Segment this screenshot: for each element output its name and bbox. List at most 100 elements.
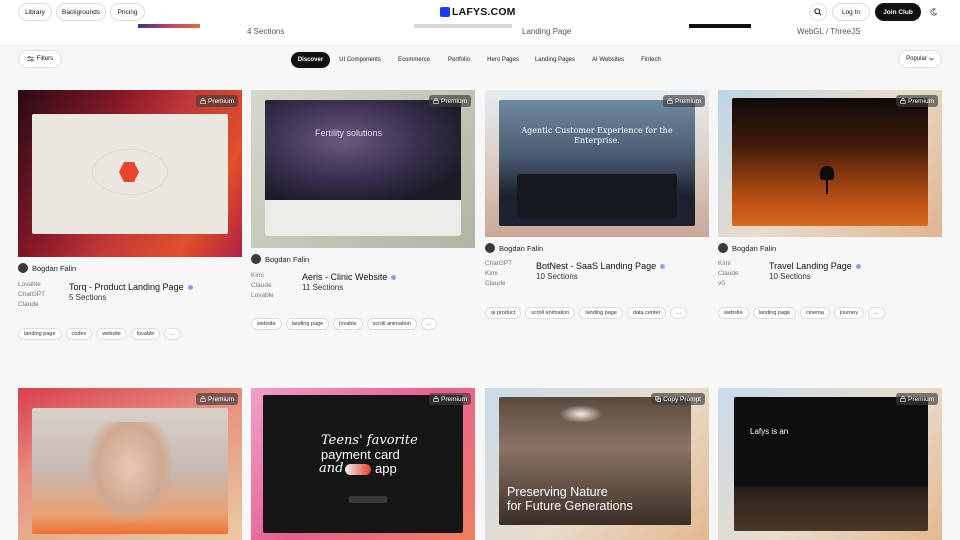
tab-fintech[interactable]: Fintech bbox=[636, 52, 666, 68]
tab-ai-websites[interactable]: AI Websites bbox=[586, 52, 630, 68]
sort-label: Popular bbox=[906, 56, 927, 62]
card-title[interactable]: Travel Landing Page bbox=[769, 261, 861, 271]
card-travel[interactable]: Premium Bogdan Falin Kimi Claude v0 Trav… bbox=[718, 90, 942, 319]
tag-list: website landing page lovable scroll anim… bbox=[251, 318, 438, 330]
more-tags[interactable]: ... bbox=[420, 318, 438, 330]
tool-item: ChatGPT bbox=[18, 291, 46, 298]
pricing-button[interactable]: Pricing bbox=[110, 3, 145, 21]
sort-dropdown[interactable]: Popular bbox=[898, 50, 942, 68]
backgrounds-button[interactable]: Backgrounds bbox=[56, 3, 106, 21]
premium-badge: Premium bbox=[662, 95, 705, 107]
card-botnest[interactable]: Agentic Customer Experience for the Ente… bbox=[485, 90, 709, 319]
search-button[interactable] bbox=[809, 3, 827, 21]
tool-item: Claude bbox=[485, 280, 506, 287]
card-thumbnail[interactable]: Premium bbox=[18, 388, 242, 540]
site-preview: Agentic Customer Experience for the Ente… bbox=[499, 100, 695, 226]
tag[interactable]: landing page bbox=[285, 318, 330, 330]
filters-label: Filters bbox=[36, 56, 54, 62]
card-title[interactable]: BotNest - SaaS Landing Page bbox=[536, 261, 666, 271]
section-count: 11 Sections bbox=[302, 283, 344, 292]
card-torq[interactable]: Premium Bogdan Falin Lovable ChatGPT Cla… bbox=[18, 90, 242, 340]
card-aeris[interactable]: Fertility solutions Premium Bogdan Falin… bbox=[251, 90, 475, 330]
author[interactable]: Bogdan Falin bbox=[718, 243, 776, 253]
header: Library Backgrounds Pricing LAFYS.COM Lo… bbox=[0, 0, 960, 24]
tag[interactable]: ai product bbox=[485, 307, 522, 319]
tag[interactable]: data center bbox=[626, 307, 667, 319]
join-club-button[interactable]: Join Club bbox=[875, 3, 921, 21]
more-tags[interactable]: ... bbox=[164, 328, 181, 340]
card-thumbnail[interactable]: Agentic Customer Experience for the Ente… bbox=[485, 90, 709, 237]
interior-image bbox=[734, 487, 928, 531]
tag-list: landing page codex website lovable ... bbox=[18, 328, 181, 340]
premium-badge: Premium bbox=[428, 95, 471, 107]
library-button[interactable]: Library bbox=[18, 3, 52, 21]
theme-toggle[interactable] bbox=[929, 7, 939, 17]
card-row2-1[interactable]: Premium bbox=[18, 388, 242, 540]
hero-line-1: Preserving Nature bbox=[507, 485, 608, 499]
copy-prompt-badge[interactable]: Copy Prompt bbox=[651, 393, 705, 405]
card-thumbnail[interactable]: Fertility solutions Premium bbox=[251, 90, 475, 248]
card-row2-2[interactable]: Teens' favorite payment card and app Pre… bbox=[251, 388, 475, 540]
badge-label: Copy Prompt bbox=[663, 395, 701, 403]
avatar bbox=[718, 243, 728, 253]
site-preview: Lafys is an bbox=[734, 397, 928, 531]
card-thumbnail[interactable]: Premium bbox=[718, 90, 942, 237]
card-title-text: Torq - Product Landing Page bbox=[69, 282, 184, 292]
tag[interactable]: scroll animation bbox=[366, 318, 417, 330]
badge-label: Premium bbox=[440, 97, 467, 105]
hero-line-1: Teens' favorite bbox=[321, 433, 418, 448]
tag[interactable]: lovable bbox=[130, 328, 161, 340]
dashboard-panel bbox=[517, 174, 677, 218]
filters-button[interactable]: Filters bbox=[18, 50, 62, 68]
card-row2-4[interactable]: Lafys is an Premium bbox=[718, 388, 942, 540]
tag[interactable]: scroll animation bbox=[525, 307, 576, 319]
premium-badge: Premium bbox=[195, 95, 238, 107]
hero-image bbox=[265, 100, 461, 200]
tab-discover[interactable]: Discover bbox=[291, 52, 330, 68]
card-thumbnail[interactable]: Lafys is an Premium bbox=[718, 388, 942, 540]
card-thumbnail[interactable]: Teens' favorite payment card and app Pre… bbox=[251, 388, 475, 540]
tab-hero-pages[interactable]: Hero Pages bbox=[482, 52, 524, 68]
premium-badge: Premium bbox=[195, 393, 238, 405]
search-icon bbox=[814, 8, 822, 16]
tag[interactable]: landing page bbox=[752, 307, 797, 319]
tag[interactable]: website bbox=[96, 328, 127, 340]
tool-item: Claude bbox=[251, 282, 272, 289]
lock-icon bbox=[900, 396, 906, 402]
tag[interactable]: codex bbox=[65, 328, 93, 340]
login-button[interactable]: Log In bbox=[832, 3, 870, 21]
card-title[interactable]: Torq - Product Landing Page bbox=[69, 282, 193, 292]
tag[interactable]: journey bbox=[833, 307, 864, 319]
card-title-text: Aeris - Clinic Website bbox=[302, 272, 388, 282]
tag[interactable]: landing page bbox=[18, 328, 62, 340]
tab-portfolio[interactable]: Portfolio bbox=[442, 52, 476, 68]
logo[interactable]: LAFYS.COM bbox=[440, 6, 516, 18]
card-thumbnail[interactable]: Preserving Nature for Future Generations… bbox=[485, 388, 709, 540]
card-graphic bbox=[345, 464, 371, 475]
hero-line-3: and bbox=[319, 461, 344, 476]
card-title[interactable]: Aeris - Clinic Website bbox=[302, 272, 397, 282]
author[interactable]: Bogdan Falin bbox=[251, 254, 309, 264]
premium-badge: Premium bbox=[895, 393, 938, 405]
tab-ecommerce[interactable]: Ecommerce bbox=[392, 52, 436, 68]
tag[interactable]: landing page bbox=[579, 307, 623, 319]
card-thumbnail[interactable]: Premium bbox=[18, 90, 242, 257]
card-row2-3[interactable]: Preserving Nature for Future Generations… bbox=[485, 388, 709, 540]
site-preview: Teens' favorite payment card and app bbox=[263, 395, 463, 533]
author[interactable]: Bogdan Falin bbox=[18, 263, 76, 273]
tag[interactable]: website bbox=[718, 307, 749, 319]
tool-item: Kimi bbox=[718, 260, 731, 267]
tag[interactable]: lovable bbox=[333, 318, 363, 330]
site-preview bbox=[732, 98, 928, 226]
hero-line-4: app bbox=[375, 461, 397, 476]
tab-ui-components[interactable]: UI Components bbox=[334, 52, 386, 68]
tag[interactable]: website bbox=[251, 318, 282, 330]
more-tags[interactable]: ... bbox=[670, 307, 688, 319]
tool-item: ChatGPT bbox=[485, 260, 513, 267]
badge-label: Premium bbox=[207, 97, 234, 105]
more-tags[interactable]: ... bbox=[867, 307, 885, 319]
prev-row-title-3: WebGL / ThreeJS bbox=[797, 27, 861, 36]
premium-badge: Premium bbox=[428, 393, 471, 405]
tag[interactable]: cinema bbox=[800, 307, 830, 319]
author[interactable]: Bogdan Falin bbox=[485, 243, 543, 253]
